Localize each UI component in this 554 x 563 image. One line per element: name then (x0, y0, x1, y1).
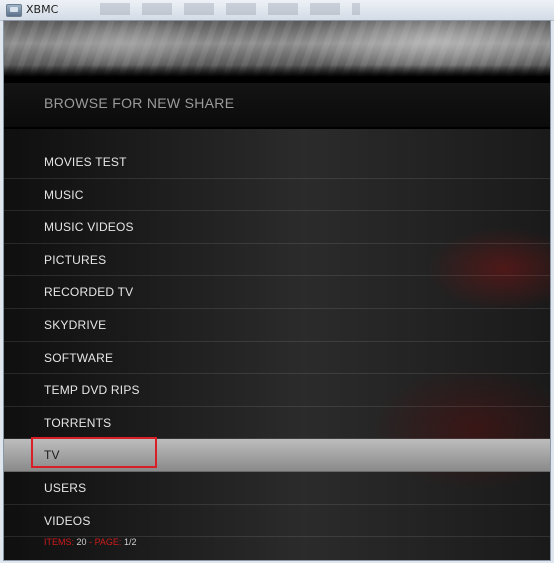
page-label: PAGE: (94, 537, 122, 547)
list-item-label: RECORDED TV (44, 285, 134, 300)
list-item-label: PICTURES (44, 252, 107, 267)
list-item[interactable]: SOFTWARE (4, 342, 550, 375)
list-item-label: TEMP DVD RIPS (44, 383, 140, 398)
list-item-label: TORRENTS (44, 415, 112, 430)
dialog-title: BROWSE FOR NEW SHARE (44, 95, 235, 111)
list-item-label: MOVIES TEST (44, 155, 127, 169)
page-value: 1/2 (123, 537, 137, 547)
share-list: MOVIES TEST MUSIC MUSIC VIDEOS PICTURES … (4, 146, 550, 538)
list-item[interactable]: PICTURES (4, 244, 550, 277)
list-item-label: SOFTWARE (44, 350, 114, 365)
list-item-label: VIDEOS (44, 513, 91, 528)
list-item[interactable]: TORRENTS (4, 407, 550, 440)
list-item-label: SKYDRIVE (44, 317, 107, 332)
list-item[interactable]: MUSIC VIDEOS (4, 211, 550, 244)
list-item-label: MUSIC (44, 187, 84, 202)
items-count-value: 20 (76, 537, 87, 547)
window-titlebar[interactable]: XBMC (0, 0, 554, 21)
list-item-label: USERS (44, 480, 87, 495)
xbmc-window: BROWSE FOR NEW SHARE MOVIES TEST MUSIC M… (3, 20, 551, 561)
list-item[interactable]: RECORDED TV (4, 276, 550, 309)
background-banner (4, 21, 550, 77)
list-item[interactable]: MOVIES TEST (4, 146, 550, 179)
list-item[interactable]: MUSIC (4, 179, 550, 212)
list-item[interactable]: VIDEOS (4, 505, 550, 538)
app-icon (6, 4, 22, 17)
list-item-selected[interactable]: TV (4, 437, 550, 472)
footer-separator: - (89, 537, 93, 547)
list-item[interactable]: TEMP DVD RIPS (4, 374, 550, 407)
list-item-label: MUSIC VIDEOS (44, 220, 134, 235)
annotation-highlight-box (31, 437, 157, 469)
window-title: XBMC (26, 3, 59, 16)
titlebar-background (100, 3, 360, 15)
footer-status: ITEMS: 20 - PAGE: 1/2 (44, 537, 136, 547)
list-item[interactable]: SKYDRIVE (4, 309, 550, 342)
items-count-label: ITEMS: (44, 537, 75, 547)
list-item[interactable]: USERS (4, 472, 550, 505)
